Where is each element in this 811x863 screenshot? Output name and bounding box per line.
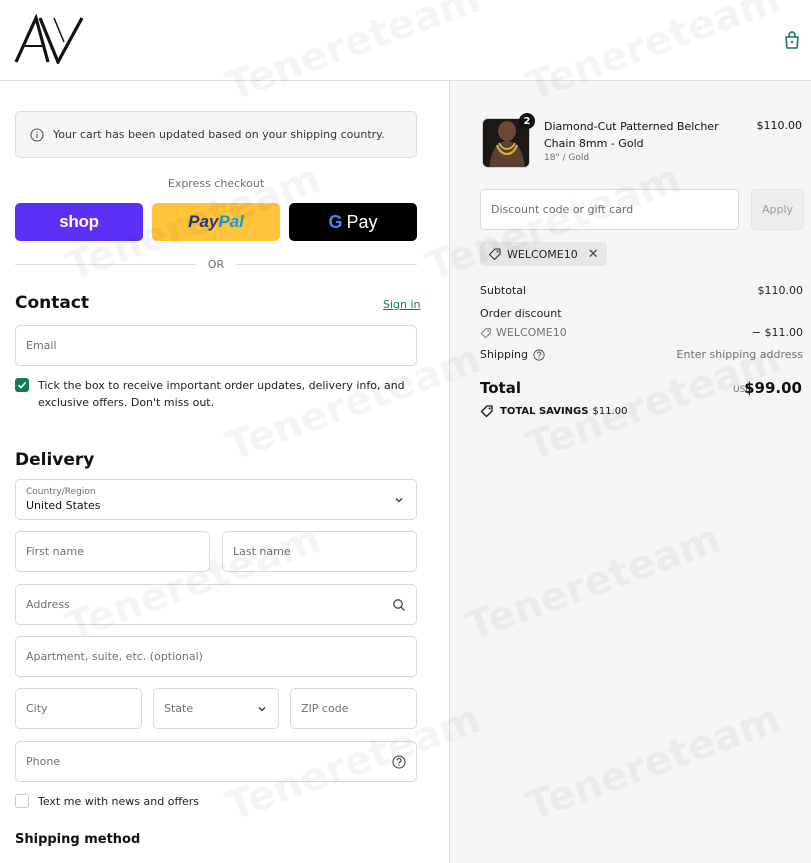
optin-text: Tick the box to receive important order …	[38, 379, 405, 409]
tag-icon	[488, 248, 501, 261]
discount-placeholder: Discount code or gift card	[491, 203, 634, 216]
delivery-title: Delivery	[15, 450, 95, 470]
paypal-label-pal: Pal	[218, 212, 244, 231]
shipping-value: Enter shipping address	[676, 348, 803, 361]
order-discount-row: Order discount	[480, 307, 803, 320]
shipping-row: Shipping Enter shipping address	[480, 348, 803, 361]
country-select[interactable]: Country/Region United States	[15, 479, 417, 520]
country-label: Country/Region	[26, 487, 96, 497]
zip-code-field[interactable]: ZIP code	[290, 688, 417, 729]
product-variant: 18" / Gold	[544, 153, 590, 163]
state-select[interactable]: State	[153, 688, 279, 729]
help-icon[interactable]	[392, 755, 406, 769]
search-icon	[393, 599, 405, 611]
paypal-button[interactable]: Pay Pal	[152, 203, 280, 241]
google-pay-label: Pay	[346, 211, 378, 232]
total-label: Total	[480, 379, 521, 397]
check-icon	[17, 381, 27, 389]
sign-in-link[interactable]: Sign in	[383, 298, 421, 311]
order-discount-label: Order discount	[480, 307, 562, 320]
address-placeholder: Address	[26, 598, 70, 611]
google-g-icon: G	[328, 211, 343, 232]
order-summary: 2 Diamond-Cut Patterned Belcher Chain 8m…	[449, 81, 811, 863]
first-name-field[interactable]: First name	[15, 531, 210, 572]
chevron-down-icon	[258, 707, 266, 712]
total-amount: $99.00	[744, 379, 802, 397]
last-name-placeholder: Last name	[233, 545, 291, 558]
email-field[interactable]: Email	[15, 325, 417, 366]
address-field[interactable]: Address	[15, 584, 417, 625]
or-divider: OR	[15, 257, 417, 271]
savings-label: TOTAL SAVINGS	[500, 405, 589, 417]
apply-discount-button[interactable]: Apply	[751, 189, 804, 230]
last-name-field[interactable]: Last name	[222, 531, 417, 572]
discount-code-input[interactable]: Discount code or gift card	[480, 189, 739, 230]
apartment-placeholder: Apartment, suite, etc. (optional)	[26, 650, 203, 663]
discount-code-line: WELCOME10	[480, 326, 567, 339]
shop-pay-label: shop	[59, 212, 99, 231]
tag-icon	[480, 327, 491, 338]
subtotal-value: $110.00	[757, 284, 804, 297]
or-label: OR	[207, 257, 225, 271]
divider-line	[15, 263, 196, 265]
header	[0, 0, 811, 81]
info-icon	[30, 127, 44, 142]
first-name-placeholder: First name	[26, 545, 84, 558]
sms-optin[interactable]: Text me with news and offers	[15, 793, 199, 810]
subtotal-label: Subtotal	[480, 284, 527, 297]
country-value: United States	[26, 499, 101, 512]
zip-code-placeholder: ZIP code	[301, 702, 349, 715]
divider-line	[236, 263, 417, 265]
optin-checkbox[interactable]	[15, 378, 29, 392]
discount-code-row: WELCOME10 − $11.00	[480, 326, 803, 342]
notice-text: Your cart has been updated based on your…	[53, 128, 385, 141]
help-icon[interactable]	[533, 348, 545, 361]
phone-placeholder: Phone	[26, 755, 61, 768]
remove-discount-icon[interactable]: ✕	[588, 247, 599, 262]
savings-value: $11.00	[592, 405, 628, 417]
marketing-optin[interactable]: Tick the box to receive important order …	[15, 377, 417, 411]
brand-logo[interactable]	[14, 14, 84, 64]
tag-icon	[480, 405, 493, 418]
apartment-field[interactable]: Apartment, suite, etc. (optional)	[15, 636, 417, 677]
checkout-form: Your cart has been updated based on your…	[0, 81, 449, 863]
shipping-label: Shipping	[480, 348, 528, 361]
discount-value: − $11.00	[751, 326, 803, 339]
city-placeholder: City	[26, 702, 48, 715]
discount-code-text: WELCOME10	[496, 326, 567, 339]
sms-checkbox[interactable]	[15, 794, 29, 808]
shipping-method-title: Shipping method	[15, 832, 141, 847]
sms-text: Text me with news and offers	[38, 795, 200, 808]
state-placeholder: State	[164, 702, 194, 715]
paypal-label-pay: Pay	[188, 212, 219, 231]
product-name: Diamond-Cut Patterned Belcher Chain 8mm …	[544, 120, 719, 150]
contact-title: Contact	[15, 293, 90, 313]
applied-code: WELCOME10	[507, 247, 578, 261]
quantity-badge: 2	[519, 113, 535, 129]
product-price: $110.00	[756, 119, 803, 132]
subtotal-row: Subtotal $110.00	[480, 284, 803, 297]
applied-discount-chip: WELCOME10 ✕	[480, 242, 607, 266]
shopping-bag-icon[interactable]	[782, 30, 802, 50]
shipping-label-wrap: Shipping	[480, 348, 545, 361]
city-field[interactable]: City	[15, 688, 142, 729]
email-placeholder: Email	[26, 339, 57, 352]
phone-field[interactable]: Phone	[15, 741, 417, 782]
total-savings: TOTAL SAVINGS $11.00	[480, 404, 627, 418]
chevron-down-icon	[395, 498, 403, 503]
express-checkout-label: Express checkout	[167, 177, 265, 190]
google-pay-button[interactable]: G Pay	[289, 203, 417, 241]
shop-pay-button[interactable]: shop	[15, 203, 143, 241]
cart-updated-notice: Your cart has been updated based on your…	[15, 111, 417, 158]
